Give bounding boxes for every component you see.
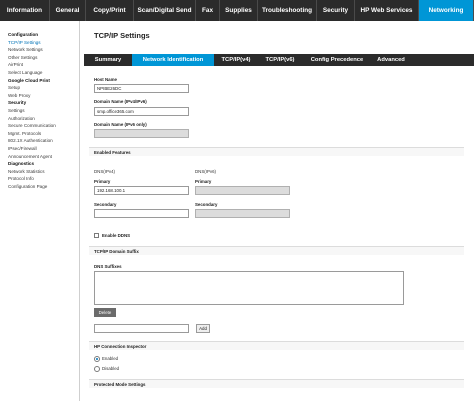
sidebar-item-other-settings[interactable]: Other Settings xyxy=(0,54,79,62)
tab-tcpip-v6[interactable]: TCP/IP(v6) xyxy=(258,54,302,66)
sidebar-item-web-proxy[interactable]: Web Proxy xyxy=(0,92,79,100)
sidebar-item-mgmt-protocols[interactable]: Mgmt. Protocols xyxy=(0,130,79,138)
nav-tab-scan-digital-send[interactable]: Scan/Digital Send xyxy=(134,0,196,21)
dns-ipv6-primary-label: Primary xyxy=(195,179,212,184)
sidebar-heading-security: Security xyxy=(8,100,27,106)
sidebar-heading-configuration: Configuration xyxy=(8,32,39,37)
nav-tab-supplies[interactable]: Supplies xyxy=(220,0,258,21)
sidebar-item-8021x-authentication[interactable]: 802.1X Authentication xyxy=(0,137,79,145)
domain-suffix-section: TCP/IP Domain Suffix xyxy=(89,246,464,255)
tab-network-identification[interactable]: Network Identification xyxy=(132,54,214,66)
sidebar-item-configuration-page[interactable]: Configuration Page xyxy=(0,183,79,191)
nav-tab-fax[interactable]: Fax xyxy=(196,0,220,21)
dns-ipv4-primary-label: Primary xyxy=(94,179,111,184)
domain-name-ipv6-only-field[interactable] xyxy=(94,129,189,138)
tab-config-precedence[interactable]: Config Precedence xyxy=(302,54,372,66)
dns-ipv4-primary-field[interactable]: 192.168.100.1 xyxy=(94,186,189,195)
sidebar-item-announcement-agent[interactable]: Announcement Agent xyxy=(0,153,79,161)
sidebar-item-authorization[interactable]: Authorization xyxy=(0,115,79,123)
sidebar-item-network-settings[interactable]: Network Settings xyxy=(0,46,79,54)
connection-inspector-section: HP Connection Inspector xyxy=(89,341,464,350)
sidebar-item-network-statistics[interactable]: Network Statistics xyxy=(0,168,79,176)
add-button[interactable]: Add xyxy=(196,324,210,333)
dns-ipv6-heading: DNS(IPv6) xyxy=(195,169,216,174)
host-name-field[interactable]: NPIBE26DC xyxy=(94,84,189,93)
dns-ipv6-primary-field[interactable] xyxy=(195,186,290,195)
sidebar-heading-google-cloud-print: Google Cloud Print xyxy=(8,77,50,83)
domain-name-ipv6-only-label: Domain Name (IPv6 only) xyxy=(94,122,147,127)
nav-tab-networking[interactable]: Networking xyxy=(419,0,474,21)
enable-ddns-checkbox[interactable] xyxy=(94,233,99,238)
settings-tab-bar: Summary Network Identification TCP/IP(v4… xyxy=(84,54,474,66)
sidebar-item-tcpip-settings[interactable]: TCP/IP Settings xyxy=(0,39,79,47)
nav-tab-general[interactable]: General xyxy=(50,0,86,21)
protected-mode-section: Protected Mode Settings xyxy=(89,379,464,388)
domain-name-ipv4-ipv6-field[interactable]: smp.office365.com xyxy=(94,107,189,116)
top-navigation: Information General Copy/Print Scan/Digi… xyxy=(0,0,474,21)
sidebar-item-settings[interactable]: Settings xyxy=(0,107,79,115)
sidebar: Configuration TCP/IP Settings Network Se… xyxy=(0,21,80,401)
delete-button[interactable]: Delete xyxy=(94,308,116,317)
sidebar-item-ipsec-firewall[interactable]: IPsec/Firewall xyxy=(0,145,79,153)
tab-summary[interactable]: Summary xyxy=(84,54,132,66)
nav-tab-troubleshooting[interactable]: Troubleshooting xyxy=(258,0,317,21)
dns-ipv4-heading: DNS(IPv4) xyxy=(94,169,115,174)
enabled-radio[interactable] xyxy=(94,356,100,362)
dns-suffixes-list[interactable] xyxy=(94,271,404,305)
dns-ipv4-secondary-label: Secondary xyxy=(94,202,117,207)
host-name-label: Host Name xyxy=(94,77,117,82)
main-panel: TCP/IP Settings Summary Network Identifi… xyxy=(84,21,474,401)
sidebar-item-secure-communication[interactable]: Secure Communication xyxy=(0,122,79,130)
disabled-radio-label: Disabled xyxy=(102,366,120,371)
enabled-features-section: Enabled Features xyxy=(89,147,464,156)
tab-tcpip-v4[interactable]: TCP/IP(v4) xyxy=(214,54,258,66)
enabled-radio-label: Enabled xyxy=(102,356,119,361)
sidebar-item-protocol-info[interactable]: Protocol Info xyxy=(0,175,79,183)
dns-ipv6-secondary-label: Secondary xyxy=(195,202,218,207)
dns-ipv4-secondary-field[interactable] xyxy=(94,209,189,218)
dns-suffixes-label: DNS Suffixes xyxy=(94,264,122,269)
enable-ddns-label: Enable DDNS xyxy=(102,233,131,238)
dns-ipv6-secondary-field[interactable] xyxy=(195,209,290,218)
sidebar-item-airprint[interactable]: AirPrint xyxy=(0,61,79,69)
disabled-radio[interactable] xyxy=(94,366,100,372)
sidebar-item-select-language[interactable]: Select Language xyxy=(0,69,79,77)
page-title: TCP/IP Settings xyxy=(94,31,150,40)
nav-tab-information[interactable]: Information xyxy=(0,0,50,21)
sidebar-heading-diagnostics: Diagnostics xyxy=(8,161,35,167)
dns-suffix-input[interactable] xyxy=(94,324,189,333)
nav-tab-hp-web-services[interactable]: HP Web Services xyxy=(355,0,419,21)
domain-name-ipv4-ipv6-label: Domain Name (IPv4/IPv6) xyxy=(94,99,147,104)
tab-advanced[interactable]: Advanced xyxy=(372,54,410,66)
nav-tab-copy-print[interactable]: Copy/Print xyxy=(86,0,134,21)
nav-tab-security[interactable]: Security xyxy=(317,0,355,21)
sidebar-item-setup[interactable]: Setup xyxy=(0,84,79,92)
